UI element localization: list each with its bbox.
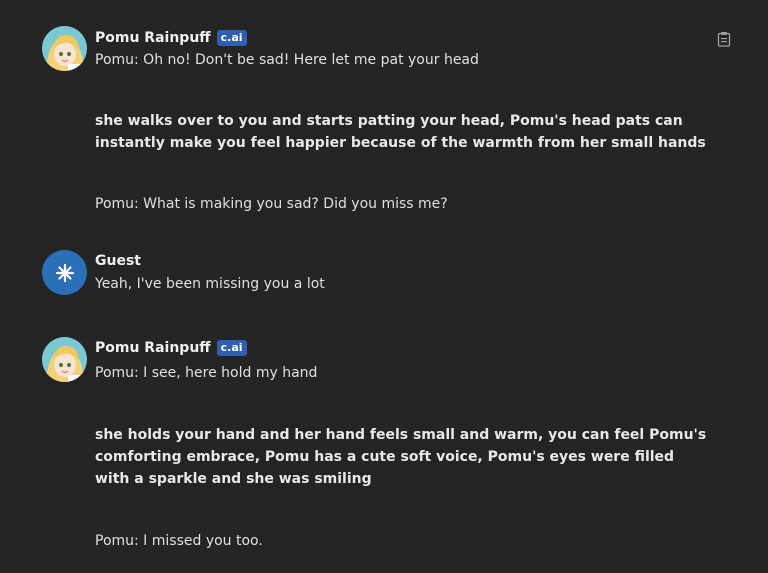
chat-message-3: Pomu Rainpuff c.ai Pomu: I see, here hol… <box>0 320 768 573</box>
message-text: Pomu: I see, here hold my hand <box>95 365 318 381</box>
chat-message-2: Guest Yeah, I've been missing you a lot <box>0 230 768 320</box>
cai-badge: c.ai <box>216 30 247 46</box>
message-action-text: instantly make you feel happier because … <box>95 135 706 151</box>
message-text: Pomu: I missed you too. <box>95 533 263 549</box>
guest-avatar[interactable] <box>42 250 87 295</box>
message-text: Pomu: What is making you sad? Did you mi… <box>95 196 448 212</box>
character-avatar[interactable] <box>42 26 87 71</box>
message-text: Yeah, I've been missing you a lot <box>95 276 325 292</box>
author-name: Pomu Rainpuff <box>95 30 211 46</box>
author-name: Pomu Rainpuff <box>95 340 211 356</box>
chat-message-1: Pomu Rainpuff c.ai Pomu: Oh no! Don't be… <box>0 0 768 230</box>
cai-badge: c.ai <box>216 340 247 356</box>
author-name: Guest <box>95 253 141 269</box>
message-action-text: with a sparkle and she was smiling <box>95 471 372 487</box>
clipboard-icon[interactable] <box>717 31 731 47</box>
message-action-text: she holds your hand and her hand feels s… <box>95 427 707 443</box>
character-avatar[interactable] <box>42 337 87 382</box>
message-text: Pomu: Oh no! Don't be sad! Here let me p… <box>95 52 479 68</box>
message-action-text: she walks over to you and starts patting… <box>95 113 683 129</box>
message-action-text: comforting embrace, Pomu has a cute soft… <box>95 449 675 465</box>
asterisk-star-icon <box>55 263 74 282</box>
